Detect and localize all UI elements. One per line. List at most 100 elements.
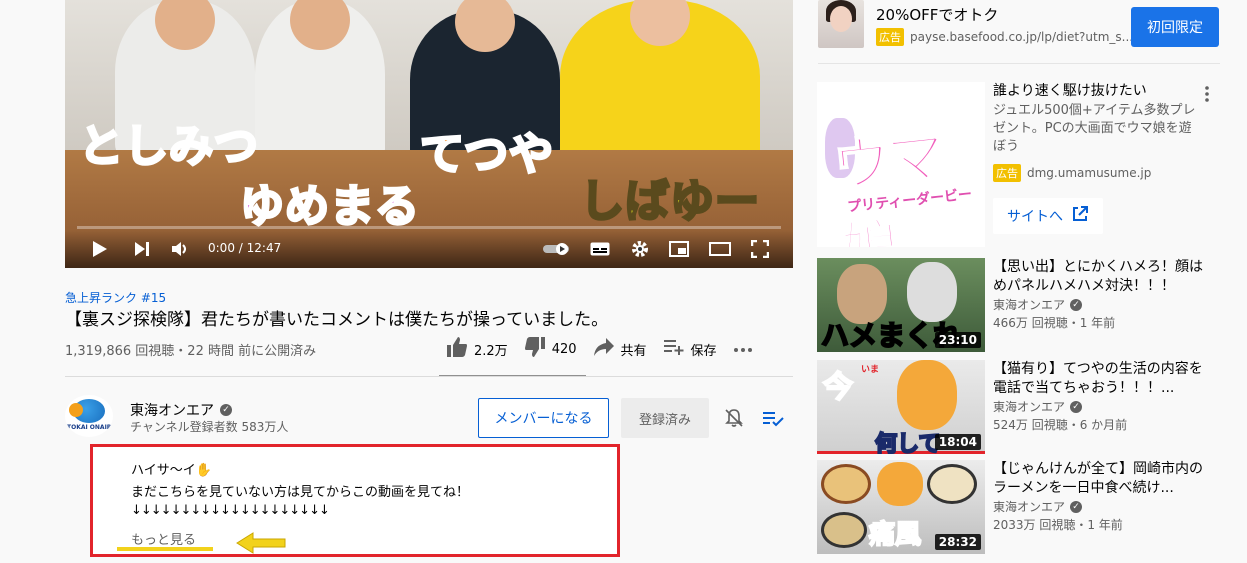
rec-channel-name: 東海オンエア	[993, 298, 1066, 312]
verified-check-icon: ✓	[1070, 298, 1083, 311]
show-more-link[interactable]: もっと見る	[131, 529, 196, 548]
verified-check-icon: ✓	[1070, 500, 1083, 513]
caption-toshimitsu: としみつ	[78, 120, 260, 174]
thumb-ramen-bowl	[821, 464, 871, 504]
share-label: 共有	[620, 343, 647, 359]
next-icon[interactable]	[131, 238, 153, 260]
ad-badge: 広告	[876, 28, 904, 46]
caption-tetsuya: てつや	[418, 128, 555, 182]
ad-thumbnail[interactable]	[818, 0, 864, 48]
more-actions-button[interactable]	[733, 342, 753, 357]
thumbs-down-icon	[524, 336, 546, 362]
visit-site-button[interactable]: サイトへ	[993, 198, 1103, 234]
rec-meta-1: 466万 回視聴・1 年前	[993, 316, 1116, 330]
rec-thumbnail-3[interactable]: 痛風 28:32	[817, 460, 985, 554]
autoplay-toggle-icon[interactable]	[541, 238, 573, 260]
first-time-offer-button[interactable]: 初回限定	[1131, 7, 1219, 47]
thumb-person	[897, 360, 957, 430]
rec-meta-2: 524万 回視聴・6 か月前	[993, 418, 1128, 432]
dislike-count: 420	[551, 341, 577, 357]
rec-duration: 18:04	[934, 434, 981, 450]
dislike-button[interactable]: 420	[524, 336, 577, 362]
rec-thumb-text: 今	[822, 369, 854, 406]
thumb-ramen-bowl	[927, 464, 977, 504]
fullscreen-icon[interactable]	[749, 238, 771, 260]
rec-thumb-text-2: 何して	[874, 431, 941, 454]
section-divider	[65, 376, 793, 377]
video-title: 【裏スジ探検隊】君たちが書いたコメントは僕たちが操っていました。	[65, 310, 609, 330]
channel-avatar[interactable]: TOKAI ONAIR	[65, 395, 113, 437]
like-button[interactable]: 2.2万	[446, 336, 508, 362]
rec-channel-name: 東海オンエア	[993, 400, 1066, 414]
time-display: 0:00 / 12:47	[208, 241, 281, 255]
description-highlight-box: ハイサ〜イ✋ まだこちらを見ていない方は見てからこの動画を見てね！ ↓↓↓↓↓↓…	[90, 444, 620, 557]
miniplayer-icon[interactable]	[667, 238, 691, 260]
rec-channel-3[interactable]: 東海オンエア ✓	[993, 498, 1083, 515]
rec-title-2[interactable]: 【猫有り】てつやの生活の内容を電話で当てちゃおう！！！...	[993, 360, 1213, 398]
person-shibayu	[560, 0, 760, 170]
view-count: 1,319,866 回視聴・22 時間 前に公開済み	[65, 344, 317, 359]
ad-url: payse.basefood.co.jp/lp/diet?utm_s...	[910, 30, 1134, 44]
ad-title[interactable]: 20%OFFでオトク	[876, 4, 998, 25]
ad-url-row: 広告 payse.basefood.co.jp/lp/diet?utm_s...	[876, 28, 1133, 46]
verified-check-icon: ✓	[220, 404, 232, 416]
caption-shibayu: しばゆー	[579, 175, 761, 229]
rec-channel-name: 東海オンエア	[993, 500, 1066, 514]
rec-duration: 23:10	[934, 332, 981, 348]
time-current: 0:00	[208, 241, 235, 255]
save-label: 保存	[690, 343, 717, 359]
rec-thumbnail-2[interactable]: 今 いま 何して 18:04	[817, 360, 985, 454]
subscribed-button[interactable]: 登録済み	[621, 398, 709, 438]
thumb-person	[907, 262, 957, 322]
description-line-2: まだこちらを見ていない方は見てからこの動画を見てね！	[131, 485, 470, 500]
ad-thumb-face	[830, 6, 852, 32]
rec-channel-1[interactable]: 東海オンエア ✓	[993, 296, 1083, 313]
playlist-check-icon[interactable]	[762, 409, 784, 429]
playlist-add-icon	[663, 338, 685, 360]
caption-yumemaru: ゆめまる	[239, 180, 421, 234]
yellow-underline	[117, 547, 213, 551]
theater-mode-icon[interactable]	[707, 238, 733, 260]
play-icon[interactable]	[89, 238, 111, 260]
rec-title-1[interactable]: 【思い出】とにかくハメろ！顔はめパネルハメハメ対決！！！	[993, 258, 1213, 296]
sidebar-divider	[818, 63, 1220, 64]
umamusume-ad-image[interactable]: ウマ娘 プリティーダービー	[817, 82, 985, 247]
rec-thumb-ruby: いま	[861, 365, 880, 375]
thumb-person	[877, 462, 923, 506]
rec-thumbnail-1[interactable]: ハメまくれ 23:10	[817, 258, 985, 352]
umamusume-ad-url-row: 広告 dmg.umamusume.jp	[993, 164, 1151, 182]
settings-gear-icon[interactable]	[629, 238, 651, 260]
channel-name[interactable]: 東海オンエア ✓	[130, 400, 232, 420]
progress-bar[interactable]	[77, 226, 781, 229]
player-controls: 0:00 / 12:47	[65, 230, 793, 268]
video-player[interactable]: としみつ ゆめまる てつや しばゆー 0:00 / 12:47	[65, 0, 793, 268]
left-arrow-icon	[235, 532, 287, 554]
open-external-icon	[1071, 205, 1089, 227]
subscriber-count: チャンネル登録者数 583万人	[130, 420, 289, 434]
visit-site-label: サイトへ	[1007, 209, 1063, 225]
join-membership-button[interactable]: メンバーになる	[478, 398, 609, 438]
share-arrow-icon	[593, 337, 615, 361]
share-button[interactable]: 共有	[593, 337, 647, 361]
rec-thumb-text: 痛風	[868, 519, 922, 551]
rec-meta-3: 2033万 回視聴・1 年前	[993, 518, 1123, 532]
thumb-ramen-bowl	[821, 512, 867, 548]
umamusume-ad-title[interactable]: 誰より速く駆け抜けたい	[993, 80, 1147, 100]
more-horizontal-icon	[733, 342, 753, 357]
subtitles-icon[interactable]	[589, 238, 611, 260]
more-vertical-icon[interactable]	[1205, 86, 1209, 102]
rec-channel-2[interactable]: 東海オンエア ✓	[993, 398, 1083, 415]
umamusume-logo-text: ウマ娘	[829, 121, 946, 247]
notification-bell-off-icon[interactable]	[724, 408, 744, 428]
description-line-3: ↓↓↓↓↓↓↓↓↓↓↓↓↓↓↓↓↓↓↓↓	[131, 503, 330, 518]
channel-name-text: 東海オンエア	[130, 403, 214, 419]
time-total: 12:47	[246, 241, 282, 255]
rec-duration: 28:32	[934, 534, 981, 550]
time-separator: /	[234, 241, 247, 255]
volume-icon[interactable]	[169, 238, 191, 260]
rec-title-3[interactable]: 【じゃんけんが全て】岡崎市内のラーメンを一日中食べ続け...	[993, 460, 1213, 498]
trending-hashtag[interactable]: 急上昇ランク #15	[65, 289, 166, 306]
save-button[interactable]: 保存	[663, 338, 717, 360]
description-line-1: ハイサ〜イ✋	[131, 463, 212, 478]
action-bar: 2.2万 420 共有 保存	[446, 334, 769, 364]
